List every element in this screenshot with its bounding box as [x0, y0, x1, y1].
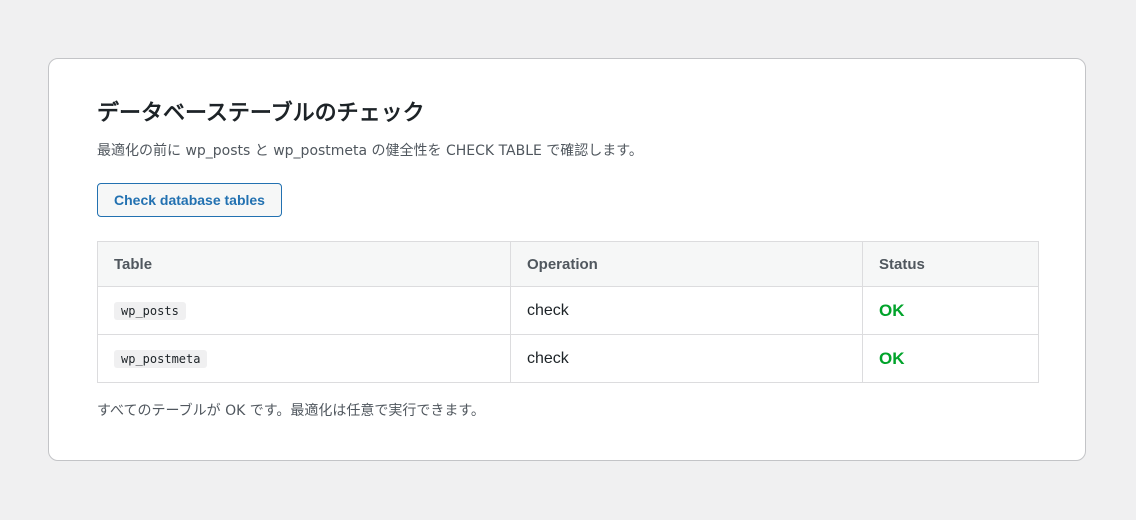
table-cell-name: wp_postmeta [97, 334, 511, 383]
column-header-table: Table [97, 241, 511, 287]
panel-title: データベーステーブルのチェック [97, 101, 425, 126]
table-name-code: wp_postmeta [114, 349, 208, 368]
table-row: wp_postmeta check OK [97, 334, 1039, 383]
status-badge: OK [879, 348, 905, 368]
table-cell-status: OK [862, 286, 1039, 335]
db-check-panel: データベーステーブルのチェック 最適化の前に wp_posts と wp_pos… [48, 58, 1086, 461]
status-badge: OK [879, 300, 905, 320]
results-table: Table Operation Status wp_posts check OK… [97, 241, 1039, 383]
table-row: wp_posts check OK [97, 286, 1039, 335]
panel-description: 最適化の前に wp_posts と wp_postmeta の健全性を CHEC… [97, 143, 643, 159]
table-name-code: wp_posts [114, 301, 186, 320]
column-header-status: Status [862, 241, 1039, 287]
table-cell-operation: check [510, 334, 863, 383]
table-header-row: Table Operation Status [97, 241, 1039, 287]
table-cell-operation: check [510, 286, 863, 335]
table-cell-name: wp_posts [97, 286, 511, 335]
table-cell-status: OK [862, 334, 1039, 383]
column-header-operation: Operation [510, 241, 863, 287]
footer-note: すべてのテーブルが OK です。最適化は任意で実行できます。 [97, 403, 485, 419]
check-database-tables-button[interactable]: Check database tables [97, 183, 282, 217]
